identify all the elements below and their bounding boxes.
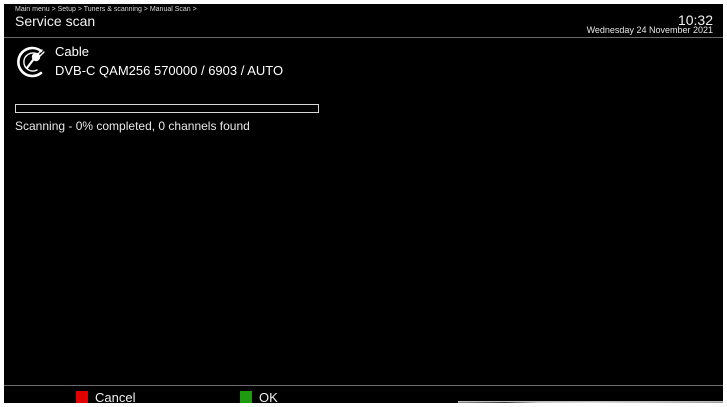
tuner-type: Cable bbox=[55, 44, 89, 59]
page-title: Service scan bbox=[15, 13, 96, 29]
scan-progress-bar bbox=[15, 104, 319, 113]
cable-plug-icon bbox=[16, 45, 50, 79]
breadcrumb: Main menu > Setup > Tuners & scanning > … bbox=[15, 6, 197, 13]
tv-screen: Main menu > Setup > Tuners & scanning > … bbox=[4, 4, 723, 403]
ok-label: OK bbox=[259, 389, 278, 404]
video-preview bbox=[458, 401, 723, 403]
header-divider bbox=[4, 37, 723, 38]
red-key-icon bbox=[76, 391, 88, 403]
cancel-label: Cancel bbox=[95, 389, 136, 404]
scan-status: Scanning - 0% completed, 0 channels foun… bbox=[15, 119, 250, 133]
tuner-parameters: DVB-C QAM256 570000 / 6903 / AUTO bbox=[55, 63, 284, 78]
footer-divider bbox=[4, 385, 723, 386]
cancel-button[interactable]: Cancel bbox=[76, 390, 135, 403]
ok-button[interactable]: OK bbox=[240, 390, 278, 403]
green-key-icon bbox=[240, 391, 252, 403]
date: Wednesday 24 November 2021 bbox=[586, 25, 713, 35]
header: Main menu > Setup > Tuners & scanning > … bbox=[4, 4, 723, 38]
